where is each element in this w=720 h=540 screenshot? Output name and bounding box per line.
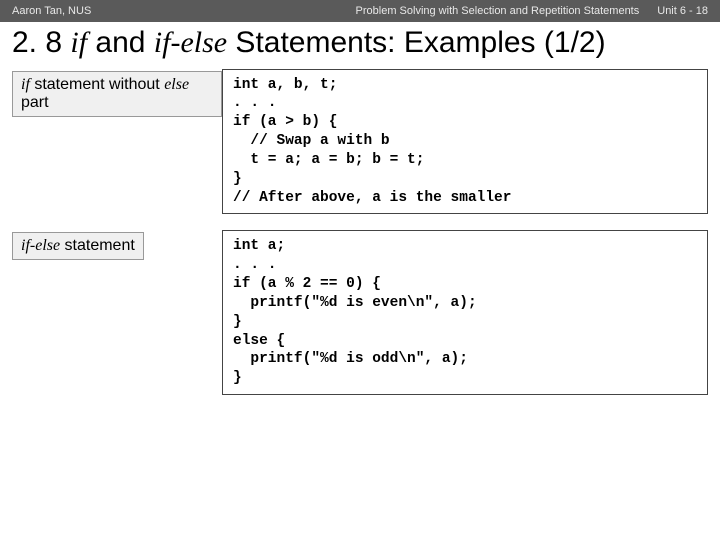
code-box: int a, b, t; . . . if (a > b) { // Swap … [222,69,708,215]
page-title: 2. 8 if and if-else Statements: Examples… [0,22,720,69]
label-column: if-else statement [12,230,222,260]
label-box: if statement without else part [12,71,222,117]
label-part: else [164,76,189,93]
title-prefix: 2. 8 [12,26,70,59]
example-row: if statement without else part int a, b,… [12,69,708,215]
code-column: int a, b, t; . . . if (a > b) { // Swap … [222,69,708,215]
example-row: if-else statement int a; . . . if (a % 2… [12,230,708,395]
label-part: if [21,76,30,93]
label-part: statement [60,237,135,254]
title-ifelse: if-else [154,26,227,59]
code-column: int a; . . . if (a % 2 == 0) { printf("%… [222,230,708,395]
title-suffix: Statements: Examples (1/2) [227,26,606,59]
course-text: Problem Solving with Selection and Repet… [356,5,640,17]
topbar: Aaron Tan, NUS Problem Solving with Sele… [0,0,720,22]
label-part: part [21,94,49,111]
author-text: Aaron Tan, NUS [12,5,91,17]
label-column: if statement without else part [12,69,222,117]
title-mid: and [87,26,154,59]
code-box: int a; . . . if (a % 2 == 0) { printf("%… [222,230,708,395]
title-if: if [70,26,87,59]
label-part: statement without [30,76,164,93]
label-box: if-else statement [12,232,144,260]
content: if statement without else part int a, b,… [0,69,720,396]
unit-text: Unit 6 - 18 [657,5,708,17]
label-part: if-else [21,237,60,254]
